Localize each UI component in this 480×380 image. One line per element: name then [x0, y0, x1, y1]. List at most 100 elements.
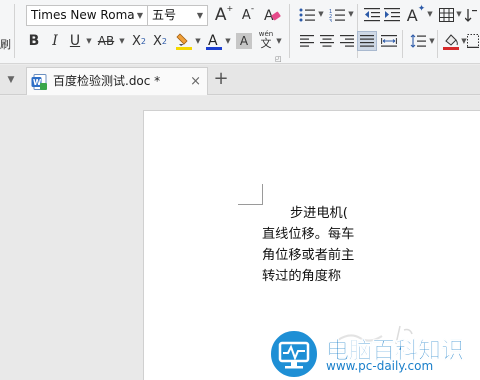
- grow-font-label: A: [214, 5, 227, 25]
- bullet-list-button[interactable]: [297, 5, 317, 25]
- align-left-button[interactable]: [297, 31, 317, 51]
- line-spacing-icon: [410, 34, 426, 48]
- underline-button[interactable]: U: [65, 31, 85, 51]
- border-icon: [467, 34, 479, 48]
- underline-label: U: [69, 33, 81, 49]
- text-line: 直线位移。每车: [262, 227, 355, 242]
- align-center-button[interactable]: [317, 31, 337, 51]
- increase-indent-button[interactable]: [382, 5, 402, 25]
- chevron-down-icon[interactable]: ▼: [317, 10, 325, 18]
- monitor-logo-icon: [268, 328, 320, 380]
- chevron-down-icon[interactable]: ▼: [428, 37, 436, 45]
- font-name-value: Times New Roma: [31, 8, 135, 22]
- decrease-indent-button[interactable]: [362, 5, 382, 25]
- dialog-launcher-icon[interactable]: ◰: [275, 55, 282, 63]
- font-color-icon: A: [206, 33, 222, 50]
- text-line: 角位移或者前主: [262, 248, 355, 263]
- wps-doc-icon: W: [31, 74, 47, 90]
- document-tab-bar: ▼ W 百度检验测试.doc * × +: [0, 65, 480, 95]
- phonetic-guide-button[interactable]: wén 文: [256, 30, 276, 50]
- font-size-value: 五号: [152, 8, 177, 22]
- ribbon-toolbar: 刷 Times New Roma ▼ 五号 ▼ A + A- A ▼ 123 ▼ …: [0, 0, 480, 64]
- margin-corner-mark: [262, 184, 263, 205]
- justify-button[interactable]: [357, 31, 377, 51]
- grow-font-button[interactable]: A +: [214, 3, 234, 26]
- phonetic-bottom-label: 文: [260, 37, 272, 50]
- text-effect-label: A: [406, 5, 418, 25]
- bold-label: B: [28, 33, 40, 49]
- text-effect-button[interactable]: A ✦: [406, 4, 426, 25]
- bold-button[interactable]: B: [24, 31, 44, 51]
- site-watermark: 电脑百科知识 www.pc-daily.com: [268, 322, 480, 380]
- watermark-url: www.pc-daily.com: [326, 359, 434, 373]
- font-name-combo[interactable]: Times New Roma ▼: [26, 5, 148, 26]
- numbered-list-icon: 123: [329, 9, 345, 22]
- ribbon-divider: [402, 30, 403, 58]
- border-button[interactable]: [466, 31, 480, 51]
- line-spacing-button[interactable]: [408, 31, 428, 51]
- format-painter-label[interactable]: 刷: [0, 36, 11, 52]
- distribute-button[interactable]: [379, 31, 399, 51]
- text-line: 转过的角度称: [262, 269, 342, 284]
- superscript-label: X: [132, 33, 141, 49]
- chevron-down-icon[interactable]: ▼: [347, 10, 355, 18]
- shrink-font-button[interactable]: A-: [238, 4, 258, 25]
- svg-text:3: 3: [329, 19, 332, 22]
- clipboard-group: 刷: [0, 0, 14, 64]
- shrink-font-label: A: [241, 7, 251, 23]
- superscript-mark: 2: [140, 36, 146, 46]
- italic-button[interactable]: I: [45, 31, 65, 51]
- text-line: 步进电机(: [290, 206, 348, 221]
- shading-fill-button[interactable]: [441, 31, 461, 51]
- sort-button[interactable]: [463, 5, 479, 25]
- chevron-down-icon[interactable]: ▼: [224, 37, 232, 45]
- highlight-button[interactable]: [174, 31, 194, 51]
- close-icon[interactable]: ×: [190, 68, 201, 95]
- new-tab-button[interactable]: +: [210, 69, 232, 91]
- minus-icon: -: [250, 4, 255, 14]
- sort-arrow-icon: [465, 9, 477, 22]
- char-shading-button[interactable]: A: [234, 31, 254, 51]
- ribbon-divider: [437, 30, 438, 58]
- tab-document[interactable]: W 百度检验测试.doc * ×: [26, 67, 208, 95]
- document-body[interactable]: 步进电机( 直线位移。每车 角位移或者前主 转过的角度称: [262, 203, 372, 287]
- italic-label: I: [52, 33, 58, 49]
- eraser-icon: A: [264, 8, 281, 24]
- numbered-list-button[interactable]: 123: [327, 5, 347, 25]
- align-right-icon: [340, 35, 354, 47]
- increase-indent-icon: [384, 8, 400, 22]
- align-center-icon: [320, 35, 334, 47]
- tab-title: 百度检验测试.doc *: [53, 74, 161, 88]
- align-right-button[interactable]: [337, 31, 357, 51]
- chevron-down-icon[interactable]: ▼: [426, 10, 434, 18]
- font-size-combo[interactable]: 五号 ▼: [147, 5, 208, 26]
- highlighter-icon: [176, 33, 192, 50]
- table-grid-icon: [438, 8, 454, 22]
- ribbon-divider: [14, 4, 15, 58]
- align-left-icon: [300, 35, 314, 47]
- subscript-label: X: [153, 33, 162, 49]
- plus-icon: +: [226, 3, 234, 13]
- decrease-indent-icon: [364, 8, 380, 22]
- margin-corner-mark: [238, 204, 263, 205]
- align-justify-icon: [360, 35, 374, 47]
- tab-list-chevron-icon[interactable]: ▼: [0, 69, 22, 91]
- subscript-button[interactable]: X2: [150, 31, 170, 51]
- strikethrough-button[interactable]: AB: [94, 31, 118, 51]
- subscript-mark: 2: [161, 36, 167, 46]
- chevron-down-icon[interactable]: ▼: [118, 37, 126, 45]
- align-distributed-icon: [381, 35, 397, 47]
- sparkle-icon: ✦: [417, 4, 426, 14]
- ribbon-divider: [289, 30, 290, 58]
- paint-bucket-icon: [443, 34, 459, 50]
- chevron-down-icon[interactable]: ▼: [194, 37, 202, 45]
- clear-format-button[interactable]: A: [262, 5, 282, 25]
- table-button[interactable]: [436, 5, 456, 25]
- chevron-down-icon[interactable]: ▼: [85, 37, 93, 45]
- superscript-button[interactable]: X2: [129, 31, 149, 51]
- chevron-down-icon[interactable]: ▼: [455, 10, 463, 18]
- chevron-down-icon[interactable]: ▼: [135, 6, 145, 25]
- font-color-button[interactable]: A: [204, 31, 224, 51]
- chevron-down-icon[interactable]: ▼: [195, 6, 205, 25]
- chevron-down-icon[interactable]: ▼: [275, 37, 283, 45]
